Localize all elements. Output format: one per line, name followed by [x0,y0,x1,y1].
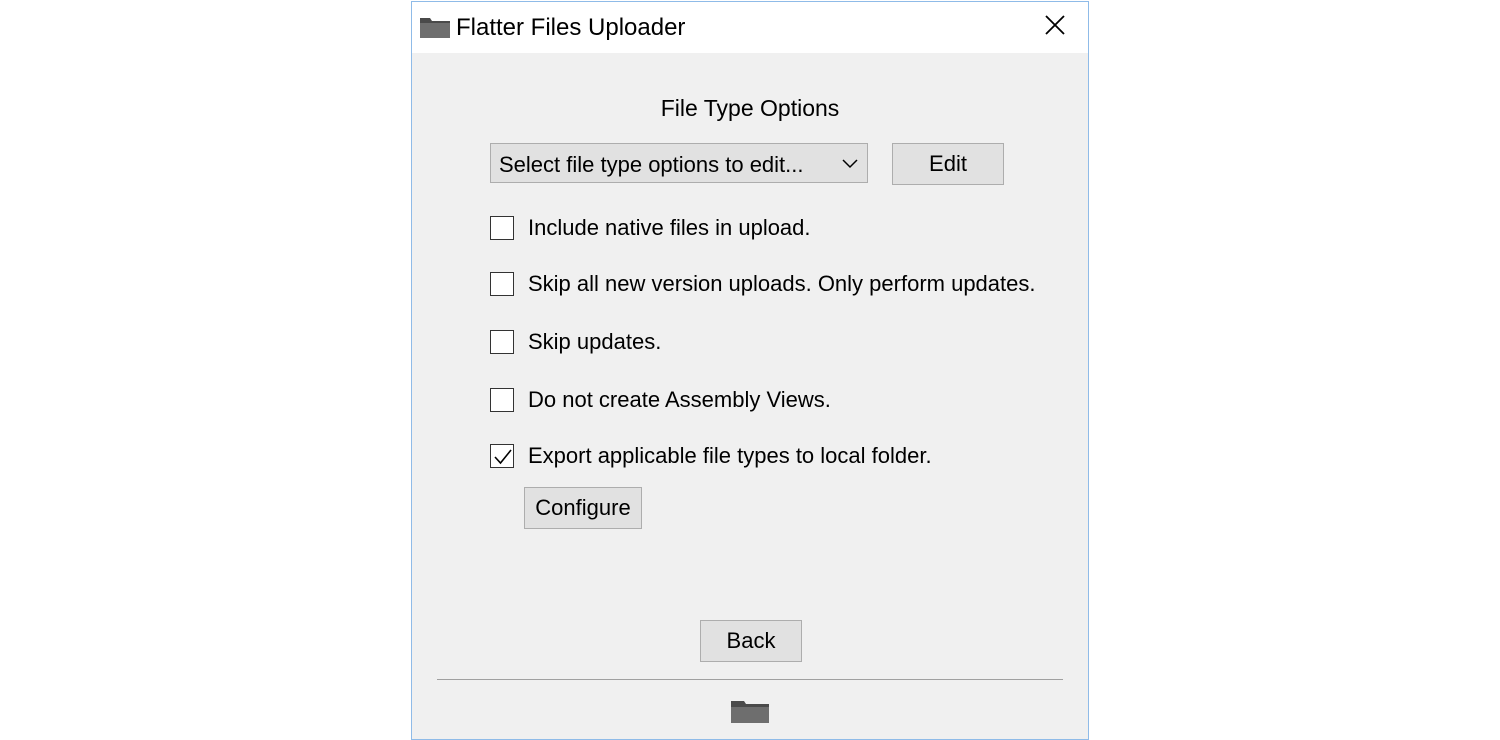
skip-updates-checkbox[interactable] [490,330,514,354]
section-title: File Type Options [660,95,840,121]
edit-button[interactable]: Edit [892,143,1004,185]
option-label: Include native files in upload. [528,215,811,240]
configure-button[interactable]: Configure [524,487,642,529]
export-local-folder-checkbox[interactable] [490,444,514,468]
dropdown-selected-value: Select file type options to edit... [499,152,804,177]
footer-divider [437,679,1063,680]
close-button[interactable] [1022,2,1088,53]
close-icon [1044,14,1066,41]
checkmark-icon [494,449,512,465]
folder-icon [419,15,451,44]
window-title: Flatter Files Uploader [456,14,686,41]
chevron-down-icon [841,156,859,175]
back-button[interactable]: Back [700,620,802,662]
uploader-window: Flatter Files Uploader File Type Options… [411,1,1089,740]
option-label: Export applicable file types to local fo… [528,443,932,468]
include-native-files-checkbox[interactable] [490,216,514,240]
no-assembly-views-checkbox[interactable] [490,388,514,412]
folder-icon [730,698,770,729]
file-type-dropdown[interactable]: Select file type options to edit... [490,143,868,183]
option-label: Do not create Assembly Views. [528,387,831,412]
option-label: Skip all new version uploads. Only perfo… [528,271,1036,296]
skip-new-versions-checkbox[interactable] [490,272,514,296]
option-label: Skip updates. [528,329,662,354]
title-bar: Flatter Files Uploader [412,2,1088,53]
